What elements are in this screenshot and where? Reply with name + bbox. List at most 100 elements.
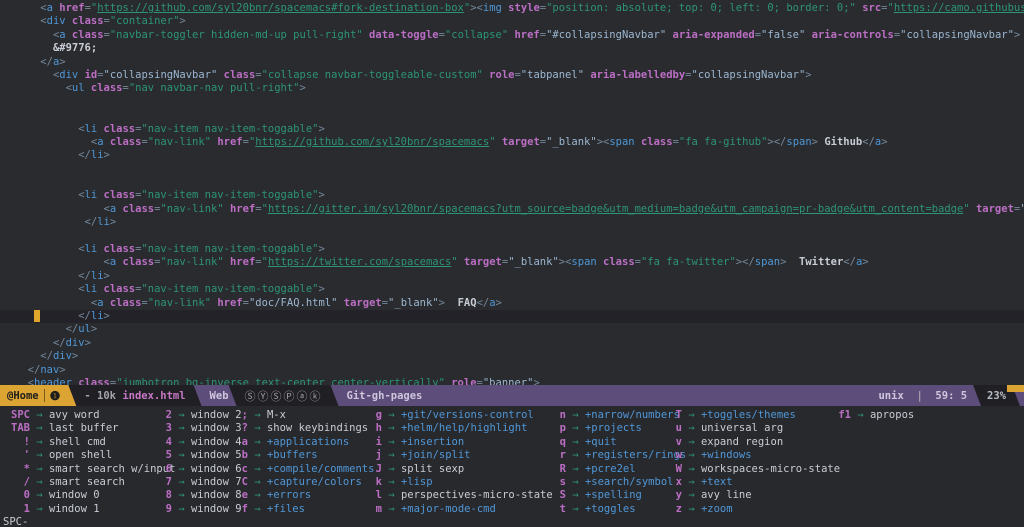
code-line[interactable] xyxy=(0,163,1024,176)
code-token: "collapse" xyxy=(445,29,515,41)
code-token: >< xyxy=(470,2,483,14)
code-token: > xyxy=(104,270,110,282)
code-line[interactable] xyxy=(0,230,1024,243)
code-line[interactable]: <li class="nav-item nav-item-toggable"> xyxy=(0,283,1024,296)
code-token: div xyxy=(59,69,84,81)
arrow-icon: → xyxy=(248,422,267,434)
code-token: "doc/FAQ.html" xyxy=(249,297,344,309)
code-token: </ xyxy=(862,136,875,148)
arrow-icon: → xyxy=(566,489,585,501)
code-token: a xyxy=(110,256,123,268)
code-token: > xyxy=(1014,29,1020,41)
arrow-icon: → xyxy=(248,503,267,515)
code-line[interactable]: <ul class="nav navbar-nav pull-right"> xyxy=(0,82,1024,95)
code-token: "nav-item nav-item-toggable" xyxy=(141,123,318,135)
arrow-icon: → xyxy=(382,489,401,501)
code-token: " xyxy=(489,136,502,148)
code-token: class xyxy=(123,203,155,215)
code-line[interactable]: <a class="nav-link" href="https://gitter… xyxy=(0,203,1024,216)
which-key-key: 9 xyxy=(156,503,172,516)
which-key-binding: 9 → window 9 xyxy=(156,503,242,516)
badge-divider xyxy=(44,389,45,402)
code-line[interactable]: <li class="nav-item nav-item-toggable"> xyxy=(0,189,1024,202)
arrow-icon: → xyxy=(682,436,701,448)
code-token: class xyxy=(78,377,110,385)
which-key-description: +pcre2el xyxy=(585,463,636,475)
which-key-description: split sexp xyxy=(401,463,464,475)
code-token: > xyxy=(318,243,324,255)
code-line[interactable]: </ul> xyxy=(0,323,1024,336)
modeline-spacer xyxy=(430,385,878,406)
arrow-icon: → xyxy=(382,476,401,488)
code-line[interactable]: <li class="nav-item nav-item-toggable"> xyxy=(0,243,1024,256)
which-key-key: ? xyxy=(232,422,248,435)
which-key-binding: l → perspectives-micro-state xyxy=(366,489,553,502)
which-key-key: 2 xyxy=(156,409,172,422)
which-key-key: SPC xyxy=(4,409,30,422)
code-buffer[interactable]: <a href="https://github.com/syl20bnr/spa… xyxy=(0,0,1024,385)
code-line[interactable]: <div id="collapsingNavbar" class="collap… xyxy=(0,69,1024,82)
code-line[interactable]: </li> xyxy=(0,216,1024,229)
code-line[interactable]: <li class="nav-item nav-item-toggable"> xyxy=(0,123,1024,136)
buffer-name[interactable]: index.html xyxy=(122,390,185,402)
code-token: aria-labelledby xyxy=(590,69,685,81)
code-line[interactable]: </li> xyxy=(0,310,1024,323)
code-token: id xyxy=(85,69,98,81)
code-token: class xyxy=(224,69,256,81)
code-token: "collapsingNavbar" xyxy=(692,69,806,81)
code-token: > xyxy=(439,297,458,309)
code-line[interactable]: <a class="nav-link" href="doc/FAQ.html" … xyxy=(0,297,1024,310)
which-key-description: +join/split xyxy=(401,449,471,461)
code-line[interactable]: </li> xyxy=(0,270,1024,283)
code-token: > xyxy=(110,216,116,228)
code-line[interactable]: <a class="nav-link" href="https://twitte… xyxy=(0,256,1024,269)
code-token: "nav-link" xyxy=(148,136,218,148)
which-key-description: apropos xyxy=(870,409,914,421)
code-line[interactable]: </div> xyxy=(0,337,1024,350)
which-key-description: +text xyxy=(701,476,733,488)
code-line[interactable]: <a href="https://github.com/syl20bnr/spa… xyxy=(0,2,1024,15)
code-token: > xyxy=(318,283,324,295)
code-line[interactable] xyxy=(0,176,1024,189)
code-line[interactable]: <div class="container"> xyxy=(0,15,1024,28)
arrow-icon: → xyxy=(566,503,585,515)
code-token: </ xyxy=(78,149,91,161)
which-key-key: 7 xyxy=(156,476,172,489)
code-line[interactable]: </a> xyxy=(0,56,1024,69)
which-key-description: +toggles/themes xyxy=(701,409,796,421)
code-line[interactable]: <header class="jumbotron bg-inverse text… xyxy=(0,377,1024,385)
which-key-binding: m → +major-mode-cmd xyxy=(366,503,553,516)
code-token: "nav-item nav-item-toggable" xyxy=(141,189,318,201)
spacemacs-window: <a href="https://github.com/syl20bnr/spa… xyxy=(0,0,1024,527)
arrow-icon: → xyxy=(566,409,585,421)
which-key-description: window 0 xyxy=(49,489,100,501)
code-token: </ xyxy=(40,56,53,68)
code-line[interactable]: <a class="nav-link" href="https://github… xyxy=(0,136,1024,149)
which-key-description: +lisp xyxy=(401,476,433,488)
which-key-key: e xyxy=(232,489,248,502)
code-token: https://github.com/syl20bnr/spacemacs#fo… xyxy=(97,2,464,14)
code-token: class xyxy=(641,136,673,148)
arrow-icon: → xyxy=(382,463,401,475)
which-key-description: +spelling xyxy=(585,489,642,501)
code-line[interactable] xyxy=(0,96,1024,109)
code-line[interactable]: </nav> xyxy=(0,364,1024,377)
code-token: span xyxy=(786,136,811,148)
code-token: > xyxy=(91,323,97,335)
which-key-description: +buffers xyxy=(267,449,318,461)
arrow-icon: → xyxy=(172,476,191,488)
arrow-icon: → xyxy=(172,422,191,434)
code-token: "fa fa-github" xyxy=(679,136,768,148)
code-line[interactable]: &#9776; xyxy=(0,42,1024,55)
code-line[interactable] xyxy=(0,109,1024,122)
code-token: https://github.com/syl20bnr/spacemacs xyxy=(255,136,489,148)
arrow-icon: → xyxy=(682,463,701,475)
code-line[interactable]: </li> xyxy=(0,149,1024,162)
code-token: FAQ xyxy=(458,297,477,309)
code-line[interactable]: </div> xyxy=(0,350,1024,363)
arrow-icon: → xyxy=(30,436,49,448)
code-line[interactable]: <a class="navbar-toggler hidden-md-up pu… xyxy=(0,29,1024,42)
code-token: Github xyxy=(824,136,862,148)
code-token: ul xyxy=(78,323,91,335)
encoding-label: unix xyxy=(878,390,903,402)
